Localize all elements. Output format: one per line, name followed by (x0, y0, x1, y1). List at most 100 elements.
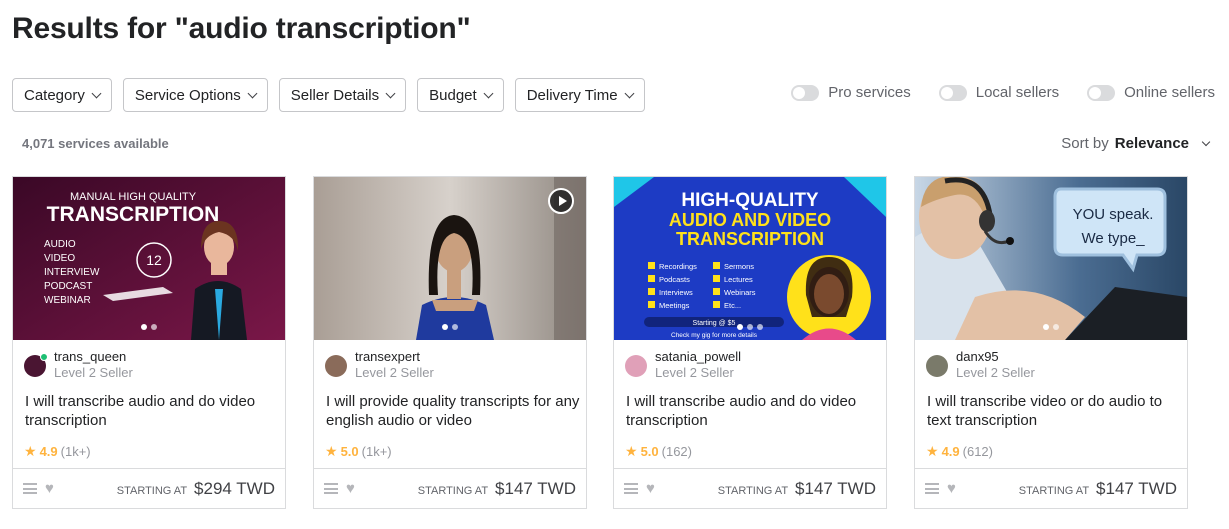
thumb-text: VIDEO (44, 253, 75, 264)
thumb-text: AUDIO AND VIDEO (669, 210, 831, 230)
carousel-dot[interactable] (141, 324, 147, 330)
avatar[interactable] (24, 353, 48, 377)
toggle-switch[interactable] (938, 84, 967, 101)
review-count: (612) (962, 444, 993, 459)
price-label: STARTING AT (116, 484, 188, 497)
carousel-dot[interactable] (1053, 324, 1059, 330)
filter-category[interactable]: Category (12, 78, 112, 112)
gig-card[interactable]: transexpert Level 2 Seller I will provid… (313, 176, 587, 509)
thumb-text: WEBINAR (44, 295, 91, 306)
card-footer: ♥ STARTING AT $294 TWD (13, 468, 285, 508)
carousel-dots[interactable] (314, 324, 586, 330)
toggle-online-sellers[interactable]: Online sellers (1087, 84, 1215, 101)
gig-price[interactable]: STARTING AT $147 TWD (718, 479, 876, 499)
gig-thumbnail[interactable]: YOU speak. We type_ (915, 177, 1187, 340)
thumb-text: Sermons (724, 262, 754, 271)
seller-info: trans_queen Level 2 Seller (24, 349, 133, 381)
star-icon: ★ (325, 443, 338, 459)
gig-title[interactable]: I will transcribe audio and do video tra… (626, 392, 881, 430)
chevron-down-icon (247, 88, 258, 98)
card-footer: ♥ STARTING AT $147 TWD (614, 468, 886, 508)
gig-title[interactable]: I will provide quality transcripts for a… (326, 392, 581, 430)
gig-price[interactable]: STARTING AT $147 TWD (1019, 479, 1177, 499)
carousel-dots[interactable] (614, 324, 886, 330)
card-footer: ♥ STARTING AT $147 TWD (915, 468, 1187, 508)
thumb-text: Meetings (659, 301, 690, 310)
toggle-switch[interactable] (1087, 84, 1116, 101)
star-icon: ★ (24, 443, 37, 459)
gig-card[interactable]: HIGH-QUALITY AUDIO AND VIDEO TRANSCRIPTI… (613, 176, 887, 509)
review-count: (1k+) (361, 444, 392, 459)
carousel-dot[interactable] (747, 324, 753, 330)
seller-name[interactable]: danx95 (956, 349, 1035, 365)
heart-icon[interactable]: ♥ (947, 480, 956, 497)
carousel-dots[interactable] (13, 324, 285, 330)
filter-budget[interactable]: Budget (417, 78, 504, 112)
filter-delivery-time[interactable]: Delivery Time (514, 78, 645, 112)
gig-card[interactable]: MANUAL HIGH QUALITY TRANSCRIPTION AUDIO … (12, 176, 286, 509)
seller-name[interactable]: satania_powell (655, 349, 741, 365)
avatar[interactable] (625, 355, 647, 377)
carousel-dots[interactable] (915, 324, 1187, 330)
results-count: 4,071 services available (22, 136, 169, 151)
thumb-text: MANUAL HIGH QUALITY (70, 191, 197, 203)
gig-rating: ★ 4.9 (612) (926, 443, 993, 460)
seller-name[interactable]: transexpert (355, 349, 434, 365)
filter-service-options[interactable]: Service Options (122, 78, 268, 112)
filter-seller-details[interactable]: Seller Details (278, 78, 407, 112)
chevron-down-icon (483, 88, 494, 98)
thumbnail-image (314, 177, 586, 340)
thumb-text: PODCAST (44, 281, 92, 292)
gig-rating: ★ 5.0 (162) (625, 443, 692, 460)
carousel-dot[interactable] (737, 324, 743, 330)
menu-icon[interactable] (925, 483, 939, 494)
carousel-dot[interactable] (442, 324, 448, 330)
thumb-text: Lectures (724, 275, 753, 284)
star-icon: ★ (926, 443, 939, 459)
gig-title[interactable]: I will transcribe video or do audio to t… (927, 392, 1182, 430)
thumb-text: TRANSCRIPTION (47, 203, 220, 226)
seller-info: danx95 Level 2 Seller (926, 349, 1035, 381)
heart-icon[interactable]: ♥ (45, 480, 54, 497)
menu-icon[interactable] (624, 483, 638, 494)
rating-score: 4.9 (941, 444, 960, 459)
carousel-dot[interactable] (1043, 324, 1049, 330)
gig-title[interactable]: I will transcribe audio and do video tra… (25, 392, 280, 430)
thumb-text: YOU speak. (1073, 206, 1154, 223)
sort-dropdown[interactable]: Sort by Relevance (1061, 135, 1211, 152)
toggle-local-sellers[interactable]: Local sellers (938, 84, 1059, 101)
seller-level: Level 2 Seller (54, 365, 133, 380)
avatar[interactable] (325, 355, 347, 377)
clock-badge: 12 (146, 252, 162, 268)
heart-icon[interactable]: ♥ (346, 480, 355, 497)
gig-thumbnail[interactable] (314, 177, 586, 340)
gig-thumbnail[interactable]: MANUAL HIGH QUALITY TRANSCRIPTION AUDIO … (13, 177, 285, 340)
gig-price[interactable]: STARTING AT $147 TWD (418, 479, 576, 499)
gig-thumbnail[interactable]: HIGH-QUALITY AUDIO AND VIDEO TRANSCRIPTI… (614, 177, 886, 340)
gig-card[interactable]: YOU speak. We type_ danx95 Level 2 Selle… (914, 176, 1188, 509)
toggle-group: Pro services Local sellers Online seller… (791, 84, 1215, 101)
toggle-pro-services[interactable]: Pro services (791, 84, 911, 101)
menu-icon[interactable] (23, 483, 37, 494)
heart-icon[interactable]: ♥ (646, 480, 655, 497)
chevron-down-icon (385, 88, 396, 98)
price-value: $294 TWD (194, 478, 275, 498)
carousel-dot[interactable] (757, 324, 763, 330)
carousel-dot[interactable] (452, 324, 458, 330)
thumb-text: Etc... (724, 301, 741, 310)
carousel-dot[interactable] (151, 324, 157, 330)
seller-level: Level 2 Seller (355, 365, 434, 380)
price-value: $147 TWD (495, 478, 576, 498)
thumbnail-image: YOU speak. We type_ (915, 177, 1187, 340)
star-icon: ★ (625, 443, 638, 459)
play-icon[interactable] (548, 188, 574, 214)
toggle-switch[interactable] (791, 84, 820, 101)
price-label: STARTING AT (417, 484, 489, 497)
menu-icon[interactable] (324, 483, 338, 494)
seller-info: transexpert Level 2 Seller (325, 349, 434, 381)
seller-name[interactable]: trans_queen (54, 349, 133, 365)
review-count: (1k+) (60, 444, 91, 459)
rating-score: 4.9 (39, 444, 58, 459)
avatar[interactable] (926, 355, 948, 377)
gig-price[interactable]: STARTING AT $294 TWD (117, 479, 275, 499)
